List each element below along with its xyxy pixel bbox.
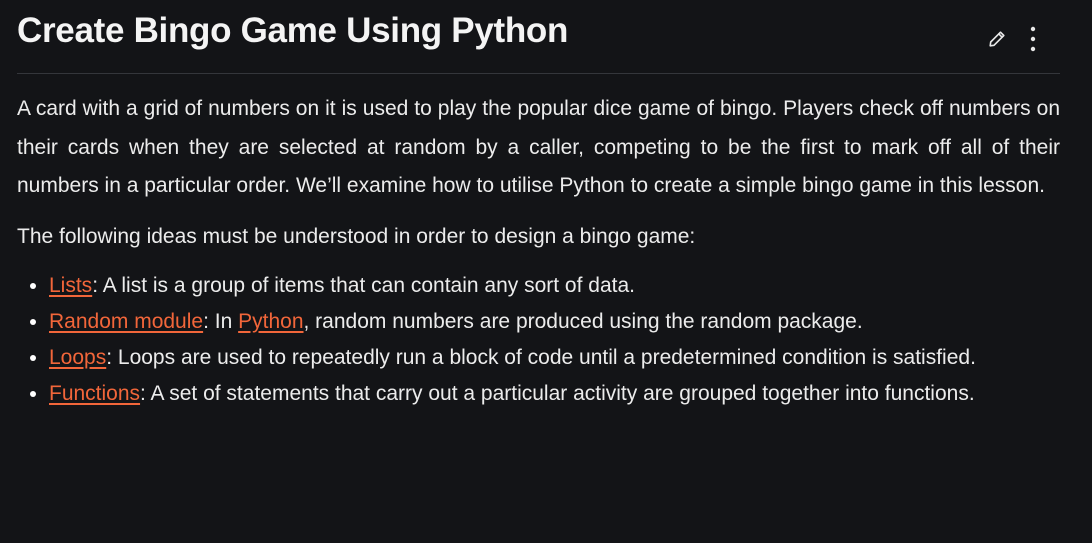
- list-item-text: : In: [203, 310, 239, 333]
- article-actions: [986, 24, 1044, 54]
- lists-link[interactable]: Lists: [49, 274, 92, 297]
- page-title: Create Bingo Game Using Python: [17, 11, 569, 50]
- more-vertical-icon: [1030, 26, 1036, 52]
- list-item-text: : A list is a group of items that can co…: [92, 274, 635, 297]
- concepts-list: Lists: A list is a group of items that c…: [17, 268, 1060, 412]
- intro-paragraph: A card with a grid of numbers on it is u…: [17, 97, 1060, 197]
- random-module-link[interactable]: Random module: [49, 310, 203, 333]
- list-item-loops: Loops: Loops are used to repeatedly run …: [49, 340, 1060, 376]
- ideas-intro-paragraph: The following ideas must be understood i…: [17, 224, 696, 248]
- article-body: A card with a grid of numbers on it is u…: [17, 74, 1060, 412]
- list-item-text: , random numbers are produced using the …: [303, 310, 863, 333]
- python-link[interactable]: Python: [238, 310, 303, 333]
- edit-button[interactable]: [986, 24, 1008, 54]
- list-item-text: : A set of statements that carry out a p…: [140, 382, 975, 405]
- pencil-icon: [989, 31, 1005, 47]
- list-item-lists: Lists: A list is a group of items that c…: [49, 268, 1060, 304]
- article: Create Bingo Game Using Python A card wi…: [17, 0, 1060, 412]
- more-options-button[interactable]: [1022, 24, 1044, 54]
- functions-link[interactable]: Functions: [49, 382, 140, 405]
- list-item-functions: Functions: A set of statements that carr…: [49, 376, 1060, 412]
- article-header: Create Bingo Game Using Python: [17, 0, 1060, 74]
- list-item-random-module: Random module: In Python, random numbers…: [49, 304, 1060, 340]
- loops-link[interactable]: Loops: [49, 346, 106, 369]
- list-item-text: : Loops are used to repeatedly run a blo…: [106, 346, 976, 369]
